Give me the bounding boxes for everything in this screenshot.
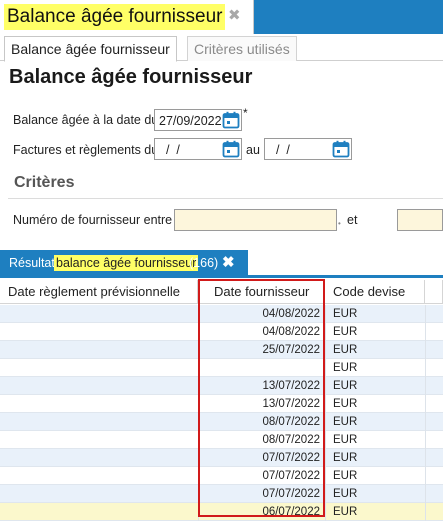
column-separator	[425, 323, 426, 341]
column-separator	[325, 467, 326, 485]
column-separator	[425, 449, 426, 467]
column-separator	[325, 323, 326, 341]
cell-code-devise: EUR	[333, 362, 358, 374]
cell-date-reglement	[8, 467, 198, 485]
calendar-icon[interactable]	[222, 140, 240, 158]
page-title: Balance âgée fournisseur	[9, 66, 253, 88]
fournisseur-label: Numéro de fournisseur entre	[13, 213, 173, 227]
cell-date-reglement	[8, 449, 198, 467]
cell-date-reglement	[8, 413, 198, 431]
cell-code-devise: EUR	[333, 470, 358, 482]
column-separator	[325, 395, 326, 413]
cell-date-reglement	[8, 323, 198, 341]
column-separator	[425, 341, 426, 359]
column-separator	[325, 431, 326, 449]
cell-code-devise: EUR	[333, 308, 358, 320]
cell-code-devise: EUR	[333, 326, 358, 338]
date-label: Balance âgée à la date du	[13, 113, 159, 127]
result-tab-highlight: balance âgée fournisseur	[54, 255, 199, 271]
cell-code-devise: EUR	[333, 452, 358, 464]
result-tab-prefix: Résultat	[9, 256, 55, 270]
cell-code-devise: EUR	[333, 506, 358, 518]
column-header-code-devise[interactable]: Code devise	[325, 280, 425, 304]
calendar-icon[interactable]	[332, 140, 350, 158]
column-separator	[325, 449, 326, 467]
fournisseur-to-input[interactable]	[397, 209, 443, 231]
column-separator	[325, 413, 326, 431]
cell-date-reglement	[8, 359, 198, 377]
cell-code-devise: EUR	[333, 380, 358, 392]
calendar-icon[interactable]	[222, 111, 240, 129]
column-separator	[425, 485, 426, 503]
column-separator	[425, 467, 426, 485]
column-separator	[325, 503, 326, 521]
section-divider	[8, 198, 443, 199]
cell-code-devise: EUR	[333, 434, 358, 446]
column-separator	[425, 503, 426, 521]
result-count: (166)	[189, 256, 219, 270]
column-separator	[325, 341, 326, 359]
factures-label: Factures et règlements du	[13, 143, 159, 157]
column-separator	[325, 485, 326, 503]
tab-criteres-utilises[interactable]: Critères utilisés	[187, 36, 297, 61]
cell-date-reglement	[8, 305, 198, 323]
et-label: et	[347, 213, 358, 227]
column-separator	[325, 377, 326, 395]
cell-code-devise: EUR	[333, 488, 358, 500]
lookup-icon[interactable]: •	[338, 219, 341, 228]
cell-date-reglement	[8, 485, 198, 503]
cell-date-reglement	[8, 341, 198, 359]
fournisseur-from-input[interactable]	[174, 209, 337, 231]
au-label: au	[246, 143, 260, 157]
column-separator	[425, 395, 426, 413]
column-header-extra	[425, 280, 443, 304]
column-separator	[425, 305, 426, 323]
column-separator	[425, 413, 426, 431]
cell-date-reglement	[8, 503, 198, 521]
cell-code-devise: EUR	[333, 416, 358, 428]
criteres-title: Critères	[14, 174, 75, 191]
required-marker: *	[243, 106, 248, 120]
tab-balance-agee-fournisseur[interactable]: Balance âgée fournisseur	[4, 36, 177, 62]
document-tab-title[interactable]: Balance âgée fournisseur	[4, 4, 226, 30]
cell-code-devise: EUR	[333, 398, 358, 410]
column-separator	[425, 377, 426, 395]
column-header-date-reglement[interactable]: Date règlement prévisionnelle	[0, 280, 198, 304]
column-separator	[425, 431, 426, 449]
cell-date-reglement	[8, 431, 198, 449]
cell-date-reglement	[8, 395, 198, 413]
close-icon[interactable]: ✖	[222, 253, 235, 271]
highlight-annotation	[198, 279, 325, 517]
column-separator	[325, 359, 326, 377]
cell-code-devise: EUR	[333, 344, 358, 356]
close-icon[interactable]: ✖	[228, 6, 241, 26]
column-separator	[325, 305, 326, 323]
cell-date-reglement	[8, 377, 198, 395]
column-separator	[425, 359, 426, 377]
